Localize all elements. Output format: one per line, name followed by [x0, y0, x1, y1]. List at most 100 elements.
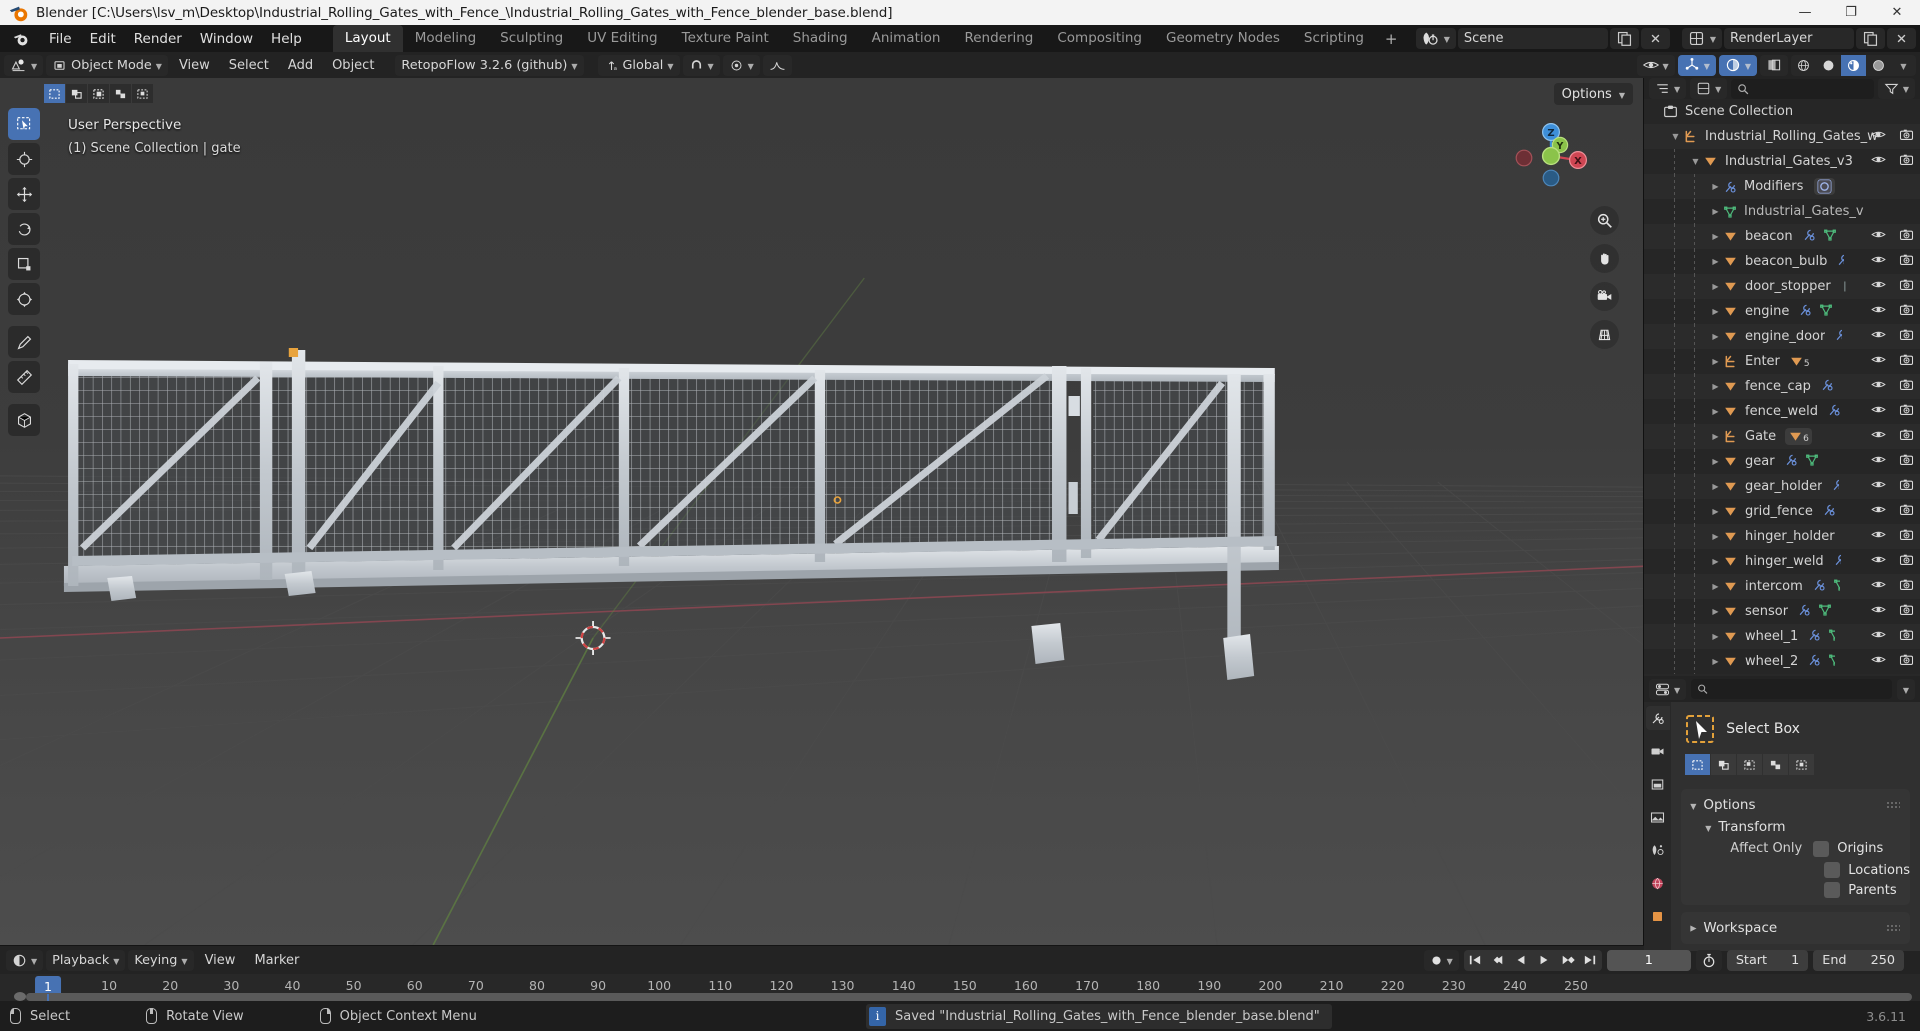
disable-in-render-toggle[interactable]: [1899, 628, 1914, 645]
modifier-wrench-icon[interactable]: [1807, 628, 1821, 646]
parents-checkbox[interactable]: [1824, 882, 1841, 898]
3d-viewport[interactable]: User Perspective (1) Scene Collection | …: [0, 78, 1643, 945]
tab-output[interactable]: [1646, 772, 1670, 796]
disable-in-render-toggle[interactable]: [1899, 303, 1914, 320]
row-visibility-icons[interactable]: [1871, 353, 1914, 370]
mesh-data-icon[interactable]: [1828, 628, 1836, 646]
tool-move[interactable]: [8, 178, 40, 210]
modifier-wrench-icon[interactable]: [1802, 228, 1816, 246]
options-panel-header[interactable]: ▼ Options: [1681, 794, 1910, 816]
disable-in-render-toggle[interactable]: [1899, 578, 1914, 595]
playback-menu[interactable]: Playback ▼: [46, 949, 126, 971]
outliner-row[interactable]: ▶ Enter 5: [1644, 349, 1920, 374]
hide-in-viewport-toggle[interactable]: [1871, 603, 1886, 620]
hide-in-viewport-toggle[interactable]: [1871, 653, 1886, 670]
row-disclosure-triangle[interactable]: ▶: [1708, 582, 1723, 591]
row-visibility-icons[interactable]: [1871, 428, 1914, 445]
zoom-icon-button[interactable]: [1590, 206, 1619, 235]
row-disclosure-triangle[interactable]: ▶: [1708, 482, 1723, 491]
select-subtract-button[interactable]: [88, 84, 109, 103]
hide-in-viewport-toggle[interactable]: [1871, 503, 1886, 520]
timeline-editor-type[interactable]: ▼: [6, 949, 44, 971]
prop-select-intersect[interactable]: [1789, 754, 1815, 775]
outliner-row[interactable]: ▶ engine_door: [1644, 324, 1920, 349]
select-intersect-button[interactable]: [132, 84, 153, 103]
timeline-scrollbar[interactable]: [26, 993, 1912, 1001]
disable-in-render-toggle[interactable]: [1899, 353, 1914, 370]
keying-menu[interactable]: Keying ▼: [128, 949, 194, 971]
outliner-tree[interactable]: Scene Collection ▼ Industrial_Rolling_Gat…: [1644, 99, 1920, 676]
tab-object[interactable]: [1646, 904, 1670, 928]
disable-in-render-toggle[interactable]: [1899, 278, 1914, 295]
hide-in-viewport-toggle[interactable]: [1871, 253, 1886, 270]
disable-in-render-toggle[interactable]: [1899, 153, 1914, 170]
tab-layout[interactable]: Layout: [332, 25, 403, 52]
tab-sculpting[interactable]: Sculpting: [488, 25, 575, 52]
tool-measure[interactable]: [8, 361, 40, 393]
disable-in-render-toggle[interactable]: [1899, 528, 1914, 545]
disable-in-render-toggle[interactable]: [1899, 553, 1914, 570]
outliner-row[interactable]: ▶ gear_holder: [1644, 474, 1920, 499]
viewport-nav-buttons[interactable]: [1590, 206, 1619, 349]
outliner-row[interactable]: ▶ beacon: [1644, 224, 1920, 249]
current-frame-field[interactable]: 1: [1606, 949, 1691, 971]
disable-in-render-toggle[interactable]: [1899, 603, 1914, 620]
hide-in-viewport-toggle[interactable]: [1871, 128, 1886, 145]
blender-menu-icon[interactable]: [12, 30, 30, 48]
tab-view-layer[interactable]: [1646, 805, 1670, 829]
pan-hand-button[interactable]: [1590, 244, 1619, 273]
hide-in-viewport-toggle[interactable]: [1871, 378, 1886, 395]
hide-in-viewport-toggle[interactable]: [1871, 428, 1886, 445]
menu-help[interactable]: Help: [262, 28, 311, 50]
select-extend-button[interactable]: [66, 84, 87, 103]
modifier-wrench-icon[interactable]: [1822, 503, 1836, 521]
properties-editor-type[interactable]: ▼: [1649, 678, 1687, 700]
modifier-wrench-icon[interactable]: [1807, 653, 1821, 671]
properties-search-field[interactable]: [1713, 682, 1886, 696]
use-preview-range-toggle[interactable]: [1695, 949, 1722, 971]
row-visibility-icons[interactable]: [1871, 553, 1914, 570]
collection-object-count-badge[interactable]: 6: [1785, 428, 1812, 445]
row-visibility-icons[interactable]: [1871, 453, 1914, 470]
properties-tab-column[interactable]: [1644, 702, 1672, 951]
row-disclosure-triangle[interactable]: ▶: [1708, 332, 1723, 341]
tab-compositing[interactable]: Compositing: [1045, 25, 1154, 52]
outliner-row[interactable]: ▶ fence_cap: [1644, 374, 1920, 399]
outliner-row[interactable]: ▶ Modifiers: [1644, 174, 1920, 199]
properties-search-input[interactable]: [1691, 679, 1892, 699]
outliner-search-input[interactable]: [1731, 78, 1874, 99]
tool-transform[interactable]: [8, 283, 40, 315]
select-set-button[interactable]: [44, 84, 65, 103]
disable-in-render-toggle[interactable]: [1899, 503, 1914, 520]
menu-file[interactable]: File: [40, 28, 81, 50]
row-visibility-icons[interactable]: [1871, 503, 1914, 520]
mesh-data-icon[interactable]: [1823, 228, 1837, 246]
row-disclosure-triangle[interactable]: ▶: [1708, 432, 1723, 441]
jump-to-start-button[interactable]: [1464, 950, 1487, 971]
outliner-row[interactable]: ▶ door_stopper ❘: [1644, 274, 1920, 299]
new-scene-button[interactable]: [1609, 28, 1639, 49]
modifier-wrench-icon[interactable]: [1827, 403, 1841, 421]
editor-type-selector[interactable]: ▼: [4, 54, 44, 76]
row-visibility-icons[interactable]: [1871, 228, 1914, 245]
tab-render[interactable]: [1646, 739, 1670, 763]
modifier-badge-icon[interactable]: [1814, 178, 1836, 195]
properties-options-button[interactable]: ▼: [1896, 678, 1915, 700]
maximize-button[interactable]: ❐: [1828, 0, 1874, 25]
row-disclosure-triangle[interactable]: ▶: [1708, 407, 1723, 416]
outliner-row[interactable]: ▼ Industrial_Gates_v3: [1644, 149, 1920, 174]
modifier-wrench-icon[interactable]: [1820, 378, 1834, 396]
timeline-menu-view[interactable]: View: [197, 953, 244, 968]
mesh-data-icon[interactable]: [1818, 603, 1832, 621]
row-disclosure-triangle[interactable]: ▶: [1708, 632, 1723, 641]
viewport-menu-add[interactable]: Add: [280, 58, 321, 73]
tab-geometry-nodes[interactable]: Geometry Nodes: [1154, 25, 1292, 52]
transform-panel-header[interactable]: ▼ Transform: [1681, 816, 1910, 838]
tool-annotate[interactable]: [8, 326, 40, 358]
new-viewlayer-button[interactable]: [1856, 28, 1885, 49]
row-visibility-icons[interactable]: [1871, 378, 1914, 395]
proportional-edit-toggle[interactable]: ▼: [722, 54, 760, 76]
row-visibility-icons[interactable]: [1871, 653, 1914, 670]
modifier-wrench-icon[interactable]: [1797, 603, 1811, 621]
workspace-panel-header[interactable]: ▼ Workspace: [1681, 917, 1910, 939]
